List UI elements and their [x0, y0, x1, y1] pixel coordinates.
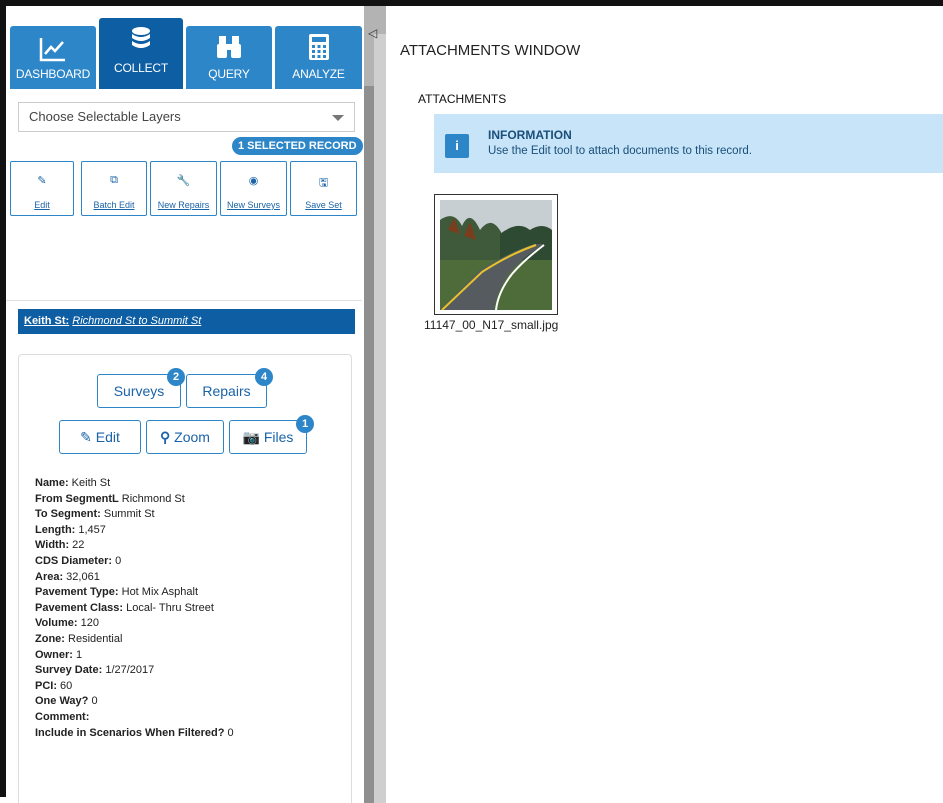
edit-icon: ✎	[37, 175, 47, 187]
zoom-button[interactable]: ⚲ Zoom	[146, 420, 224, 454]
panel-divider	[6, 300, 362, 301]
info-title: INFORMATION	[488, 128, 572, 142]
property-row: Area: 32,061	[35, 570, 100, 583]
attachment-file-name: 11147_00_N17_small.jpg	[424, 318, 559, 332]
wrench-icon: 🔧	[176, 175, 191, 187]
edit-label: Edit	[95, 429, 120, 445]
attachment-thumbnail[interactable]	[434, 194, 558, 315]
property-row: To Segment: Summit St	[35, 508, 155, 521]
batch-edit-button[interactable]: ⧉ Batch Edit	[81, 161, 147, 216]
chevron-down-icon	[332, 115, 344, 121]
info-text: Use the Edit tool to attach documents to…	[488, 145, 753, 157]
record-header-link[interactable]: Keith St: Richmond St to Summit St	[18, 309, 355, 334]
property-row: Include in Scenarios When Filtered? 0	[35, 726, 234, 739]
tab-dashboard[interactable]: DASHBOARD	[10, 26, 96, 89]
layer-select[interactable]: Choose Selectable Layers	[18, 102, 355, 132]
attachments-window: ATTACHMENTS WINDOW ATTACHMENTS i INFORMA…	[386, 6, 943, 797]
property-row: Name: Keith St	[35, 477, 111, 489]
property-row: Zone: Residential	[35, 632, 123, 645]
surveys-label: Surveys	[113, 383, 165, 399]
binoculars-icon	[217, 36, 241, 58]
property-row: CDS Diameter: 0	[35, 554, 122, 567]
new-repairs-label: New Repairs	[157, 200, 210, 210]
attachments-window-title: ATTACHMENTS WINDOW	[400, 42, 581, 59]
record-street: Keith St:	[24, 315, 70, 327]
new-surveys-button[interactable]: ◉ New Surveys	[220, 161, 287, 216]
collapse-panel-icon[interactable]: ◁	[368, 26, 377, 40]
save-icon: 🖫	[318, 177, 329, 189]
repairs-count-badge: 4	[255, 368, 273, 386]
save-set-label: Save Set	[305, 200, 342, 210]
surveys-count-badge: 2	[167, 368, 185, 386]
save-set-button[interactable]: 🖫 Save Set	[290, 161, 357, 216]
panel-scrollbar[interactable]	[364, 86, 374, 803]
new-surveys-label: New Surveys	[226, 200, 280, 210]
map-edge	[374, 34, 386, 803]
copy-icon: ⧉	[110, 174, 118, 186]
new-repairs-button[interactable]: 🔧 New Repairs	[150, 161, 217, 216]
tab-query[interactable]: QUERY	[186, 26, 272, 89]
property-row: From SegmentL Richmond St	[35, 492, 185, 505]
property-row: PCI: 60	[35, 679, 73, 692]
zoom-label: Zoom	[174, 429, 210, 445]
edit-tool-label: Edit	[34, 200, 50, 210]
left-panel: DASHBOARD COLLECT QUERY ANALYZE Choose S…	[6, 6, 364, 803]
tab-collect-label: COLLECT	[114, 61, 168, 75]
property-row: Length: 1,457	[35, 523, 106, 536]
files-count-badge: 1	[296, 415, 314, 433]
property-row: Pavement Type: Hot Mix Asphalt	[35, 586, 199, 599]
tab-dashboard-label: DASHBOARD	[15, 67, 91, 81]
edit-button[interactable]: ✎ Edit	[59, 420, 141, 454]
batch-edit-label: Batch Edit	[93, 200, 135, 210]
eye-icon: ◉	[248, 175, 259, 187]
edit-tool-button[interactable]: ✎ Edit	[10, 161, 74, 216]
pencil-icon: ✎	[80, 429, 96, 445]
tab-analyze-label: ANALYZE	[292, 67, 345, 81]
road-photo	[440, 200, 552, 310]
property-row: One Way? 0	[35, 695, 98, 708]
information-alert: i INFORMATION Use the Edit tool to attac…	[434, 114, 943, 173]
property-row: Volume: 120	[35, 617, 99, 630]
line-chart-icon	[39, 38, 65, 62]
map-splitter[interactable]: ◁	[364, 6, 386, 803]
property-row: Pavement Class: Local- Thru Street	[35, 601, 214, 614]
selected-record-badge: 1 SELECTED RECORD	[232, 137, 363, 155]
attachments-section-title: ATTACHMENTS	[418, 92, 507, 106]
property-row: Owner: 1	[35, 648, 83, 661]
database-icon	[132, 27, 150, 48]
search-icon: ⚲	[160, 429, 175, 445]
property-row: Comment:	[35, 710, 90, 723]
tab-analyze[interactable]: ANALYZE	[275, 26, 362, 89]
calculator-icon	[308, 34, 329, 60]
info-icon: i	[445, 134, 469, 158]
repairs-label: Repairs	[202, 383, 251, 399]
camera-icon: 📷	[242, 429, 264, 445]
record-properties: Name: Keith St From SegmentL Richmond St…	[35, 476, 234, 741]
record-segment: Richmond St to Summit St	[72, 315, 202, 327]
property-row: Survey Date: 1/27/2017	[35, 664, 155, 677]
tab-collect[interactable]: COLLECT	[99, 18, 183, 89]
property-row: Width: 22	[35, 539, 85, 552]
layer-select-value: Choose Selectable Layers	[29, 109, 181, 124]
files-label: Files	[263, 429, 294, 445]
tab-query-label: QUERY	[208, 67, 250, 81]
